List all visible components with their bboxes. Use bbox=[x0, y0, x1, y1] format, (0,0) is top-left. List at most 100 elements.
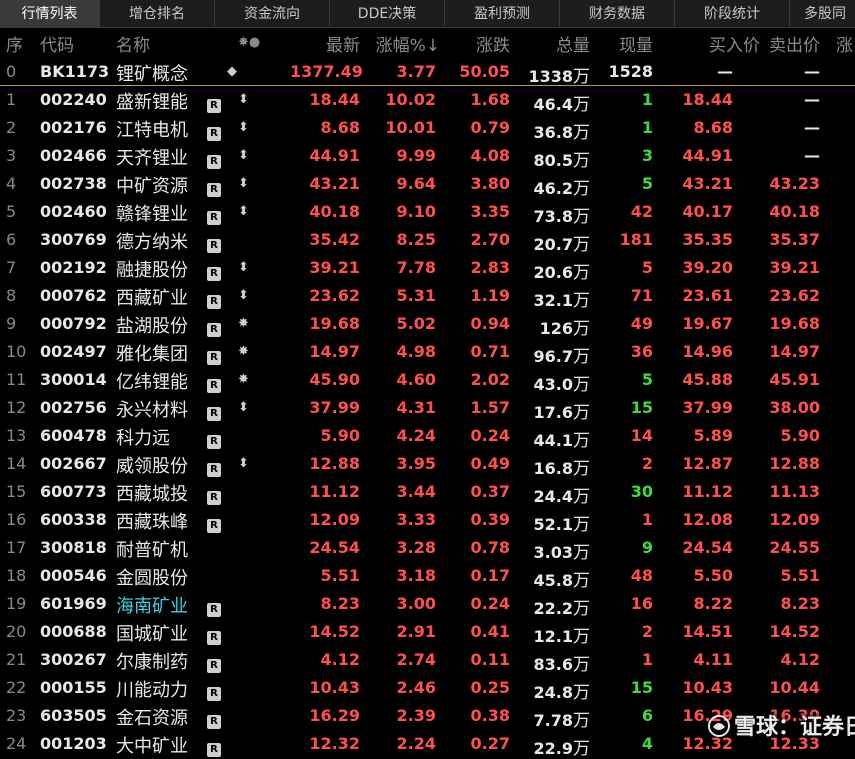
col-seq-header[interactable]: 序 bbox=[6, 31, 23, 56]
table-row[interactable]: 7 002192 融捷股份 39.21 7.78 2.83 5 39.20 39.21 20.6万… bbox=[0, 254, 855, 283]
cell-ask: 19.68 bbox=[769, 314, 820, 333]
cell-price: 10.43 bbox=[309, 678, 360, 697]
cell-chg: 0.17 bbox=[470, 566, 510, 585]
table-row[interactable]: 17 300818 耐普矿机 24.54 3.28 0.78 9 24.54 24.55 3.03… bbox=[0, 534, 855, 563]
col-name-header[interactable]: 名称 bbox=[116, 31, 150, 56]
tab-stage-statistics[interactable]: 阶段统计 bbox=[675, 0, 790, 28]
cell-vol-value: 24.4 bbox=[533, 487, 573, 506]
margin-trading-badge: R bbox=[207, 183, 221, 197]
table-row[interactable]: 16 600338 西藏珠峰 12.09 3.33 0.39 1 12.08 12.09 52.1… bbox=[0, 506, 855, 535]
cell-ask: 24.55 bbox=[769, 538, 820, 557]
table-row[interactable]: 9 000792 盐湖股份 19.68 5.02 0.94 49 19.67 19.68 126万… bbox=[0, 310, 855, 339]
table-row[interactable]: 13 600478 科力远 5.90 4.24 0.24 14 5.89 5.90 44.1万 R bbox=[0, 422, 855, 451]
col-pct-header[interactable]: 涨幅%↓ bbox=[362, 31, 440, 56]
table-row[interactable]: 10 002497 雅化集团 14.97 4.98 0.71 36 14.96 14.97 96.… bbox=[0, 338, 855, 367]
tab-capital-flow[interactable]: 资金流向 bbox=[215, 0, 330, 28]
col-chg-header[interactable]: 涨跌 bbox=[450, 31, 510, 56]
cell-ask: 10.44 bbox=[769, 678, 820, 697]
cell-name: 江特电机 bbox=[116, 120, 188, 141]
cell-vol-unit: 万 bbox=[573, 571, 590, 591]
table-row[interactable]: 5 002460 赣锋锂业 40.18 9.10 3.35 42 40.17 40.18 73.8… bbox=[0, 198, 855, 227]
cell-seq: 17 bbox=[6, 538, 27, 557]
cell-bid: 8.68 bbox=[693, 118, 733, 137]
cell-price: 12.09 bbox=[309, 510, 360, 529]
table-row[interactable]: 22 000155 川能动力 10.43 2.46 0.25 15 10.43 10.44 24.… bbox=[0, 674, 855, 703]
cell-pct: 3.44 bbox=[396, 482, 436, 501]
table-row[interactable]: 2 002176 江特电机 8.68 10.01 0.79 1 8.68 — 36.8万 R ⬍ bbox=[0, 114, 855, 143]
table-row[interactable]: 11 300014 亿纬锂能 45.90 4.60 2.02 5 45.88 45.91 43.0… bbox=[0, 366, 855, 395]
table-row[interactable]: 8 000762 西藏矿业 23.62 5.31 1.19 71 23.61 23.62 32.1… bbox=[0, 282, 855, 311]
col-marks-header[interactable]: ✸● bbox=[238, 35, 260, 50]
sector-row[interactable]: 0 BK1173 锂矿概念 1377.49 3.77 50.05 1528 — — 1338万 ◆ bbox=[0, 58, 855, 87]
cell-chg: 0.24 bbox=[470, 426, 510, 445]
col-bid-header[interactable]: 买入价 bbox=[660, 31, 760, 56]
col-price-header[interactable]: 最新 bbox=[300, 31, 360, 56]
cell-vol-value: 20.6 bbox=[533, 263, 573, 282]
cell-seq: 16 bbox=[6, 510, 27, 529]
col-code-header[interactable]: 代码 bbox=[40, 31, 74, 56]
tab-quote-list[interactable]: 行情列表 bbox=[0, 0, 100, 28]
table-row[interactable]: 20 000688 国城矿业 14.52 2.91 0.41 2 14.51 14.52 12.1… bbox=[0, 618, 855, 647]
cell-chg: 0.37 bbox=[470, 482, 510, 501]
cell-vol-unit: 万 bbox=[573, 67, 590, 87]
cell-vol: 45.8万 bbox=[510, 566, 590, 591]
cell-code: 002497 bbox=[40, 342, 107, 361]
cell-chg: 0.39 bbox=[470, 510, 510, 529]
table-row[interactable]: 19 601969 海南矿业 8.23 3.00 0.24 16 8.22 8.23 22.2万 R bbox=[0, 590, 855, 619]
cell-seq: 5 bbox=[6, 202, 17, 221]
cell-name: 金圆股份 bbox=[116, 568, 188, 589]
margin-trading-badge: R bbox=[207, 715, 221, 729]
cell-price: 5.51 bbox=[320, 566, 360, 585]
cell-vol-value: 24.8 bbox=[533, 683, 573, 702]
table-row[interactable]: 6 300769 德方纳米 35.42 8.25 2.70 181 35.35 35.37 20.… bbox=[0, 226, 855, 255]
cell-bid: 10.43 bbox=[682, 678, 733, 697]
tab-financial-data[interactable]: 财务数据 bbox=[560, 0, 675, 28]
margin-trading-badge: R bbox=[207, 323, 221, 337]
cell-price: 14.97 bbox=[309, 342, 360, 361]
table-row[interactable]: 14 002667 威领股份 12.88 3.95 0.49 2 12.87 12.88 16.8… bbox=[0, 450, 855, 479]
cell-chg: 2.02 bbox=[470, 370, 510, 389]
cell-vol-value: 96.7 bbox=[533, 347, 573, 366]
star-mark-icon: ✸ bbox=[238, 344, 249, 359]
cell-code: BK1173 bbox=[40, 62, 110, 81]
cell-vol: 24.4万 bbox=[510, 482, 590, 507]
col-ask-header[interactable]: 卖出价 bbox=[760, 31, 820, 56]
cell-ask: 38.00 bbox=[769, 398, 820, 417]
cell-vol-value: 17.6 bbox=[533, 403, 573, 422]
table-row[interactable]: 3 002466 天齐锂业 44.91 9.99 4.08 3 44.91 — 80.5万 R ⬍ bbox=[0, 142, 855, 171]
cell-price: 5.90 bbox=[320, 426, 360, 445]
cell-seq: 19 bbox=[6, 594, 27, 613]
cell-vol: 7.78万 bbox=[510, 706, 590, 731]
watermark-text: 雪球：证券日报 bbox=[734, 715, 855, 740]
updown-mark-icon: ⬍ bbox=[238, 176, 249, 191]
cell-vol-value: 46.4 bbox=[533, 95, 573, 114]
cell-code: 601969 bbox=[40, 594, 107, 613]
margin-trading-badge: R bbox=[207, 491, 221, 505]
table-row[interactable]: 15 600773 西藏城投 11.12 3.44 0.37 30 11.12 11.13 24.… bbox=[0, 478, 855, 507]
col-extra-header[interactable]: 涨 bbox=[836, 31, 853, 56]
cell-name: 威领股份 bbox=[116, 456, 188, 477]
table-row[interactable]: 21 300267 尔康制药 4.12 2.74 0.11 1 4.11 4.12 83.6万 R bbox=[0, 646, 855, 675]
table-row[interactable]: 12 002756 永兴材料 37.99 4.31 1.57 15 37.99 38.00 17.… bbox=[0, 394, 855, 423]
cell-bid: 8.22 bbox=[693, 594, 733, 613]
cell-ask: 5.51 bbox=[780, 566, 820, 585]
tab-position-ranking[interactable]: 增仓排名 bbox=[100, 0, 215, 28]
tab-multi-stock[interactable]: 多股同 bbox=[790, 0, 855, 28]
cell-name: 西藏矿业 bbox=[116, 288, 188, 309]
cell-cur: 14 bbox=[630, 426, 653, 445]
cell-vol-unit: 万 bbox=[573, 235, 590, 255]
tab-dde-decision[interactable]: DDE决策 bbox=[330, 0, 445, 28]
col-cur-header[interactable]: 现量 bbox=[600, 31, 653, 56]
cell-name: 中矿资源 bbox=[116, 176, 188, 197]
cell-vol: 16.8万 bbox=[510, 454, 590, 479]
col-vol-header[interactable]: 总量 bbox=[520, 31, 590, 56]
table-row[interactable]: 4 002738 中矿资源 43.21 9.64 3.80 5 43.21 43.23 46.2万… bbox=[0, 170, 855, 199]
cell-pct: 9.64 bbox=[396, 174, 436, 193]
cell-seq: 22 bbox=[6, 678, 27, 697]
cell-vol: 46.4万 bbox=[510, 90, 590, 115]
cell-cur: 1 bbox=[641, 650, 653, 669]
table-row[interactable]: 18 000546 金圆股份 5.51 3.18 0.17 48 5.50 5.51 45.8万 bbox=[0, 562, 855, 591]
table-row[interactable]: 1 002240 盛新锂能 18.44 10.02 1.68 1 18.44 — 46.4万 R ⬍ bbox=[0, 86, 855, 115]
updown-mark-icon: ⬍ bbox=[238, 148, 249, 163]
tab-profit-forecast[interactable]: 盈利预测 bbox=[445, 0, 560, 28]
